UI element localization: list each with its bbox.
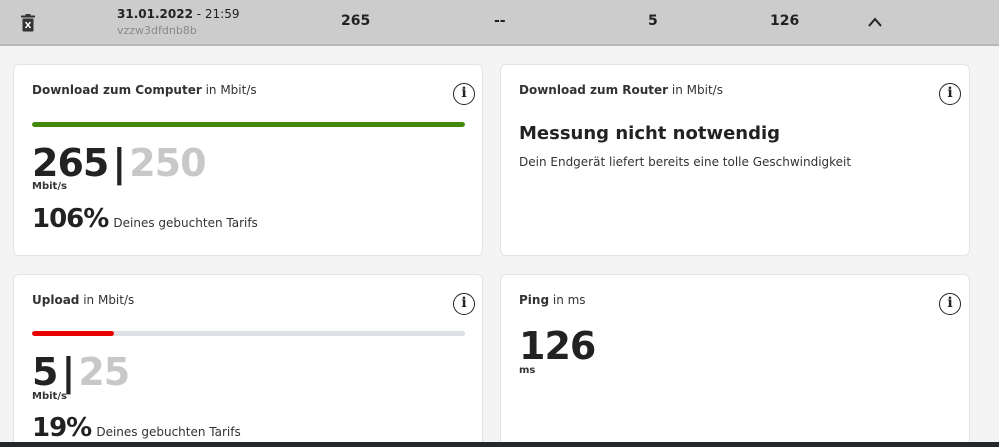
card-title-label: Download zum Router: [519, 83, 669, 97]
card-title-unit: in ms: [549, 293, 586, 307]
router-message-subline: Dein Endgerät liefert bereits eine tolle…: [519, 155, 852, 169]
header-upload-value: 5: [648, 13, 658, 29]
card-title-label: Upload: [32, 293, 80, 307]
value-separator: |: [61, 350, 75, 394]
card-title-unit: in Mbit/s: [668, 83, 723, 97]
download-measured: 265: [32, 141, 109, 185]
chevron-up-icon[interactable]: [866, 15, 884, 29]
card-title: Download zum Router in Mbit/s: [519, 83, 723, 97]
download-percent-text: Deines gebuchten Tarifs: [113, 216, 258, 230]
upload-unit: Mbit/s: [32, 391, 67, 402]
card-title: Ping in ms: [519, 293, 586, 307]
measurement-time: - 21:59: [192, 7, 240, 21]
download-computer-card: Download zum Computer in Mbit/s i 265 | 25…: [13, 64, 483, 256]
download-progress-bar: [32, 122, 465, 127]
card-title: Upload in Mbit/s: [32, 293, 134, 307]
upload-percent: 19%: [32, 413, 92, 443]
ping-value-row: 126: [519, 324, 596, 368]
card-title-label: Ping: [519, 293, 550, 307]
download-booked: 250: [129, 141, 206, 185]
upload-percent-row: 19% Deines gebuchten Tarifs: [32, 413, 241, 443]
upload-progress-fill: [32, 331, 115, 336]
info-icon[interactable]: i: [939, 293, 961, 315]
trash-icon[interactable]: [21, 14, 35, 32]
card-title: Download zum Computer in Mbit/s: [32, 83, 257, 97]
upload-progress-bar: [32, 331, 465, 336]
info-icon[interactable]: i: [453, 83, 475, 105]
measurement-row-header[interactable]: 31.01.2022 - 21:59 vzzw3dfdnb8b 265 -- 5…: [0, 0, 999, 46]
card-title-unit: in Mbit/s: [201, 83, 257, 97]
value-separator: |: [112, 141, 126, 185]
header-download-value: 265: [341, 13, 371, 29]
upload-booked: 25: [78, 350, 130, 394]
upload-values: 5 | 25: [32, 350, 130, 394]
header-ping-value: 126: [770, 13, 800, 29]
ping-card: Ping in ms i 126 ms: [500, 274, 970, 447]
download-unit: Mbit/s: [32, 181, 67, 192]
download-percent: 106%: [32, 204, 109, 234]
measurement-datetime: 31.01.2022 - 21:59: [117, 7, 239, 21]
download-percent-row: 106% Deines gebuchten Tarifs: [32, 204, 258, 234]
card-title-unit: in Mbit/s: [79, 293, 135, 307]
upload-percent-text: Deines gebuchten Tarifs: [96, 425, 241, 439]
measurement-id: vzzw3dfdnb8b: [117, 24, 197, 37]
upload-card: Upload in Mbit/s i 5 | 25 Mbit/s 19% Deine…: [13, 274, 483, 447]
download-progress-fill: [32, 122, 465, 127]
download-values: 265 | 250: [32, 141, 207, 185]
info-icon[interactable]: i: [453, 293, 475, 315]
ping-unit: ms: [519, 365, 536, 376]
measurement-date: 31.01.2022: [117, 7, 193, 21]
router-message-headline: Messung nicht notwendig: [519, 123, 781, 144]
download-router-card: Download zum Router in Mbit/s i Messung …: [500, 64, 970, 256]
upload-measured: 5: [32, 350, 58, 394]
header-router-value: --: [494, 13, 506, 29]
ping-value: 126: [519, 324, 596, 368]
bottom-edge-bar: [0, 442, 999, 447]
card-title-label: Download zum Computer: [32, 83, 202, 97]
info-icon[interactable]: i: [939, 83, 961, 105]
